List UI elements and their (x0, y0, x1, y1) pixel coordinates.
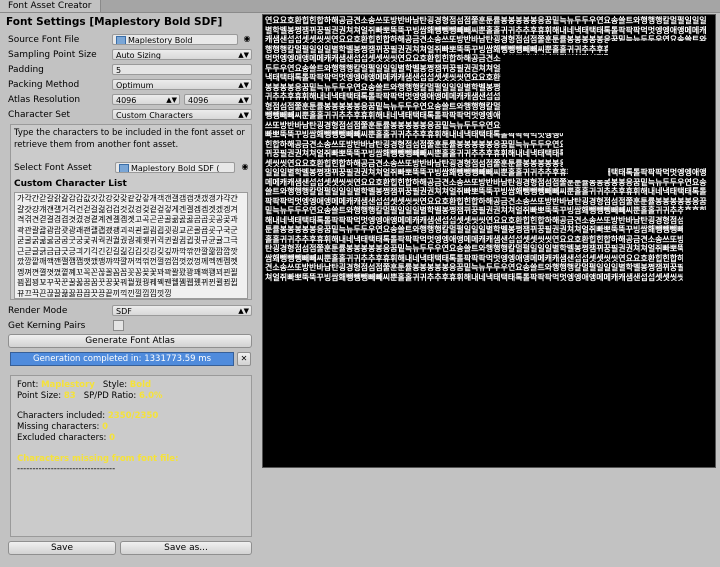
select-font-asset-field[interactable]: Maplestory Bold SDF ( (115, 162, 235, 173)
render-mode-value: SDF (116, 307, 132, 316)
dropdown-arrow-icon: ▲▼ (238, 307, 249, 315)
atlas-empty-region (683, 210, 715, 330)
object-picker-icon[interactable]: ◉ (242, 34, 252, 45)
custom-characters-hint: Type the characters to be included in th… (14, 128, 245, 150)
missing-characters-line: Missing characters: 0 (17, 422, 108, 433)
style-value: Bold (129, 380, 152, 390)
kerning-checkbox[interactable] (113, 320, 124, 331)
atlas-empty-region (501, 55, 715, 133)
excluded-characters-line: Excluded characters: 0 (17, 433, 115, 444)
included-label: Characters included: (17, 411, 106, 421)
dropdown-arrow-icon: ▲▼ (238, 81, 249, 89)
padding-row: Padding 5 (8, 64, 252, 76)
packing-method-value: Optimum (116, 81, 154, 90)
render-mode-dropdown[interactable]: SDF ▲▼ (112, 305, 252, 316)
render-mode-row: Render Mode SDF ▲▼ (8, 305, 252, 317)
atlas-empty-region (563, 133, 715, 168)
kerning-label: Get Kerning Pairs (8, 321, 86, 331)
generation-progress-bar: Generation completed in: 1331773.59 ms (10, 352, 234, 366)
font-info-line: Font: Maplestory Style: Bold (17, 380, 151, 391)
sampling-point-size-value: Auto Sizing (116, 51, 161, 60)
generate-font-atlas-button[interactable]: Generate Font Atlas (8, 334, 252, 348)
render-mode-label: Render Mode (8, 306, 68, 316)
font-file-icon (116, 35, 126, 44)
generation-progress-text: Generation completed in: 1331773.59 ms (32, 354, 212, 364)
sp-pd-value: 6.0% (138, 391, 163, 401)
missing-value: 0 (102, 422, 109, 432)
select-font-asset-label: Select Font Asset (14, 163, 92, 173)
font-label: Font: (17, 380, 39, 390)
source-font-file-field[interactable]: Maplestory Bold (112, 34, 238, 45)
font-atlas-preview: 연요요호환힙힌합하해공금견소송쓰또방반바남탄굉경형점섬점쭐훈툰률봉봉봉봉봉응꿈밑… (262, 14, 716, 468)
sampling-point-size-dropdown[interactable]: Auto Sizing ▲▼ (112, 49, 252, 60)
padding-label: Padding (8, 65, 44, 75)
character-set-dropdown[interactable]: Custom Characters ▲▼ (112, 109, 252, 120)
character-set-value: Custom Characters (116, 111, 193, 120)
dropdown-arrow-icon: ▲▼ (238, 96, 249, 104)
dropdown-arrow-icon: ▲▼ (238, 111, 249, 119)
atlas-height-value: 4096 (188, 96, 209, 105)
character-set-label: Character Set (8, 110, 71, 120)
custom-character-list-input[interactable]: 가각간갇갈갉갊감갑값갓갔강갖갗같갚갛개객갠갤갬갭갯갰갱갸갹갼걀걋걍걔걘걜거걱건걷… (14, 192, 248, 299)
save-button[interactable]: Save (8, 541, 116, 555)
custom-character-list-label: Custom Character List (14, 179, 127, 189)
atlas-height-dropdown[interactable]: 4096 ▲▼ (184, 94, 252, 105)
tab-font-asset-creator[interactable]: Font Asset Creator (0, 0, 101, 12)
characters-included-line: Characters included: 2350/2350 (17, 411, 158, 422)
custom-characters-box: Type the characters to be included in th… (10, 124, 252, 300)
save-as-button[interactable]: Save as... (120, 541, 252, 555)
settings-header: Font Settings [Maplestory Bold SDF] (6, 16, 223, 28)
atlas-empty-region (608, 41, 715, 55)
dropdown-arrow-icon: ▲▼ (166, 96, 177, 104)
info-divider: -------------------------------- (17, 464, 116, 474)
dropdown-arrow-icon: ▲▼ (238, 51, 249, 59)
font-asset-icon (119, 163, 129, 172)
packing-method-row: Packing Method Optimum ▲▼ (8, 79, 252, 91)
atlas-width-value: 4096 (116, 96, 137, 105)
excluded-label: Excluded characters: (17, 433, 107, 443)
padding-input[interactable]: 5 (112, 64, 252, 75)
font-value: Maplestory (41, 380, 95, 390)
close-progress-button[interactable]: ✕ (237, 352, 251, 366)
atlas-resolution-row: Atlas Resolution 4096 ▲▼ 4096 ▲▼ (8, 94, 252, 106)
sampling-point-size-row: Sampling Point Size Auto Sizing ▲▼ (8, 49, 252, 61)
sp-pd-label: SP/PD Ratio: (83, 391, 137, 401)
style-label: Style: (102, 380, 128, 390)
source-font-file-row: Source Font File Maplestory Bold ◉ (8, 34, 252, 46)
sampling-point-size-label: Sampling Point Size (8, 50, 97, 60)
atlas-resolution-label: Atlas Resolution (8, 95, 81, 105)
source-font-file-label: Source Font File (8, 35, 80, 45)
settings-panel: Font Settings [Maplestory Bold SDF] Sour… (4, 14, 254, 564)
font-info-panel: Font: Maplestory Style: Bold Point Size:… (10, 375, 252, 537)
excluded-value: 0 (109, 433, 116, 443)
point-size-line: Point Size: 83 SP/PD Ratio: 6.0% (17, 391, 163, 402)
point-size-value: 83 (63, 391, 76, 401)
tab-bar: Font Asset Creator (0, 0, 720, 13)
atlas-width-dropdown[interactable]: 4096 ▲▼ (112, 94, 180, 105)
kerning-row: Get Kerning Pairs (8, 320, 252, 332)
select-font-asset-value: Maplestory Bold SDF ( (131, 164, 220, 173)
source-font-file-value: Maplestory Bold (128, 36, 193, 45)
missing-label: Missing characters: (17, 422, 100, 432)
packing-method-dropdown[interactable]: Optimum ▲▼ (112, 79, 252, 90)
point-size-label: Point Size: (17, 391, 62, 401)
packing-method-label: Packing Method (8, 80, 80, 90)
character-set-row: Character Set Custom Characters ▲▼ (8, 109, 252, 121)
object-picker-icon[interactable]: ◉ (240, 162, 250, 173)
atlas-empty-region (568, 168, 608, 180)
select-font-asset-row: Select Font Asset Maplestory Bold SDF ( … (14, 162, 250, 174)
included-value: 2350/2350 (107, 411, 159, 421)
